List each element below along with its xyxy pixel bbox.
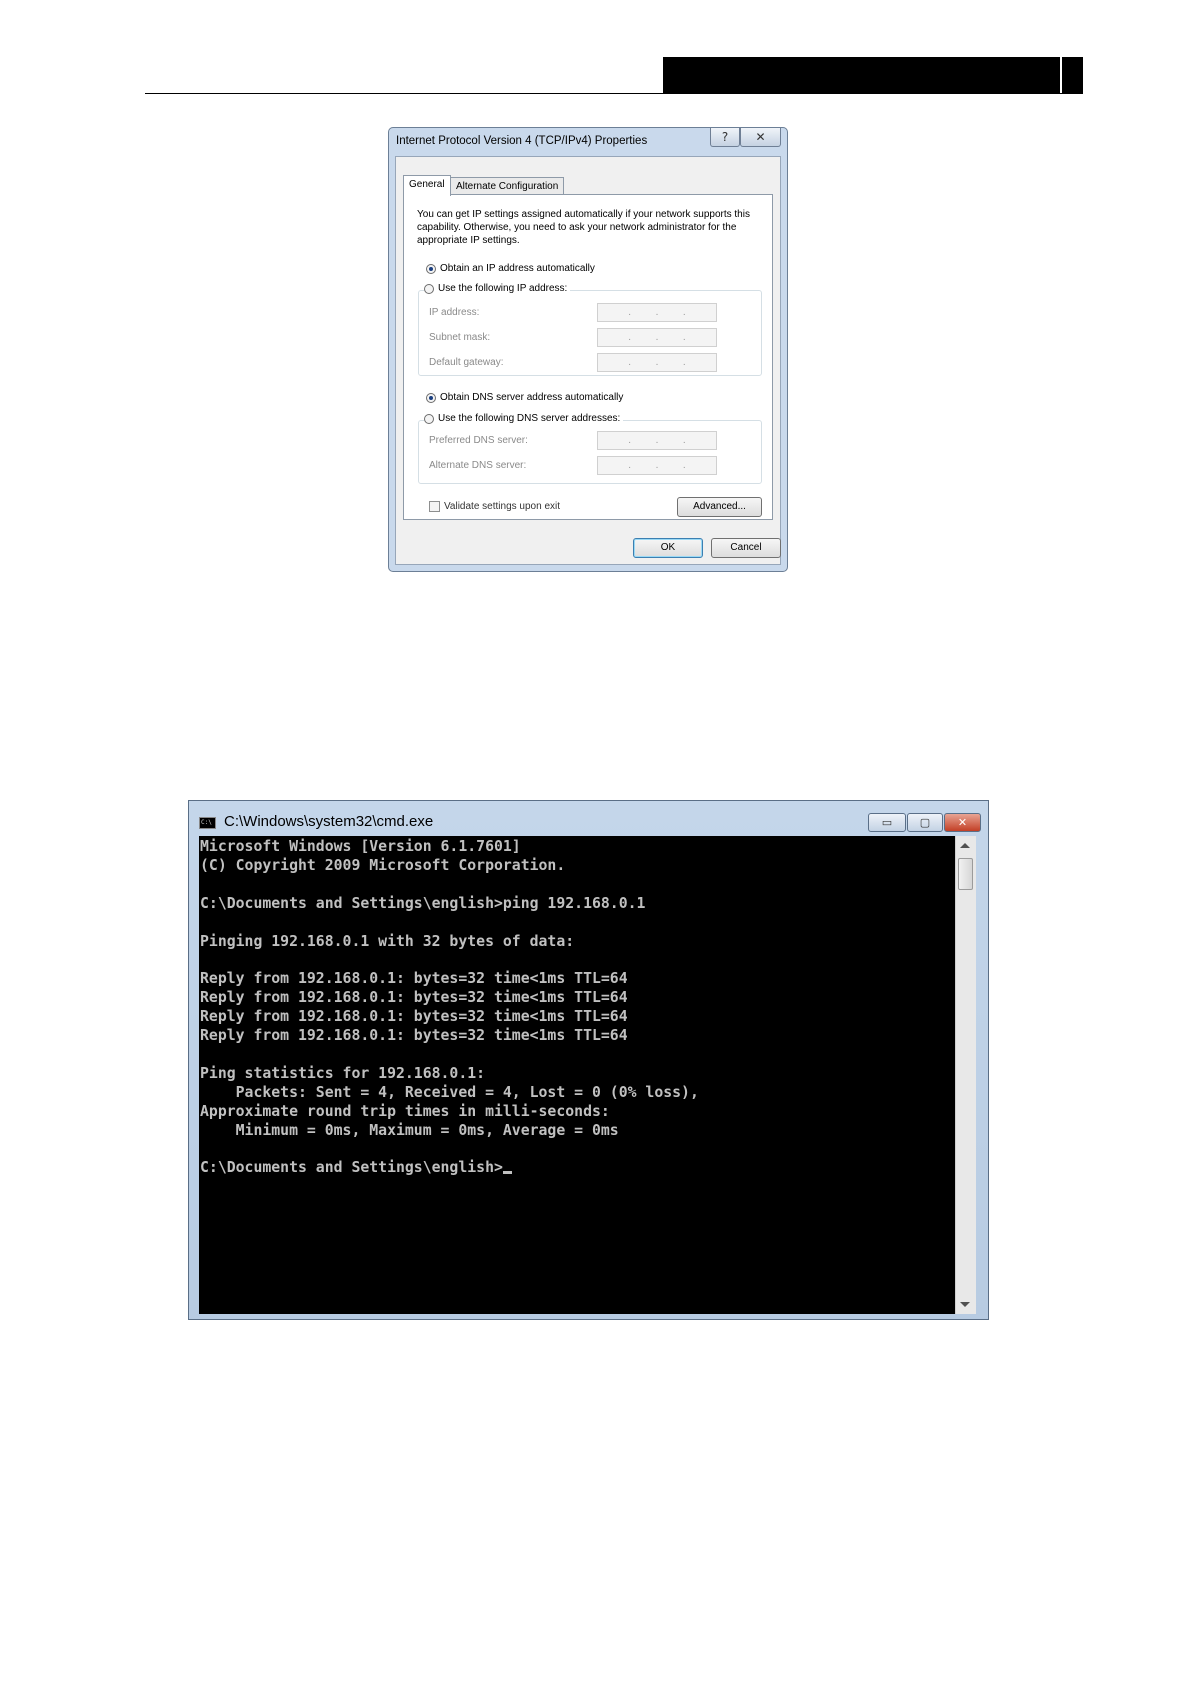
cancel-button[interactable]: Cancel xyxy=(711,538,781,558)
header-bar-end xyxy=(1062,57,1083,94)
cmd-app-icon: C:\ xyxy=(199,817,216,829)
radio-unselected-icon[interactable] xyxy=(424,283,434,294)
tab-general[interactable]: General xyxy=(403,175,451,196)
validate-settings-checkbox[interactable]: Validate settings upon exit xyxy=(429,501,560,512)
subnet-mask-input[interactable]: ... xyxy=(597,328,717,347)
scrollbar-thumb[interactable] xyxy=(958,858,973,890)
cmd-window-title: C:\Windows\system32\cmd.exe xyxy=(224,813,434,830)
use-following-ip-option[interactable]: Use the following IP address: xyxy=(424,283,571,294)
advanced-button[interactable]: Advanced... xyxy=(677,497,762,517)
preferred-dns-label: Preferred DNS server: xyxy=(429,435,528,446)
default-gateway-input[interactable]: ... xyxy=(597,353,717,372)
scroll-down-arrow-icon[interactable] xyxy=(960,1302,970,1307)
help-button[interactable]: ? xyxy=(710,128,740,147)
ip-address-input[interactable]: ... xyxy=(597,303,717,322)
radio-unselected-icon[interactable] xyxy=(424,413,434,424)
preferred-dns-input[interactable]: ... xyxy=(597,431,717,450)
console-output-area[interactable]: Microsoft Windows [Version 6.1.7601] (C)… xyxy=(199,836,955,1314)
maximize-button[interactable]: ▢ xyxy=(907,813,943,832)
description-text: You can get IP settings assigned automat… xyxy=(417,209,750,246)
use-following-dns-option[interactable]: Use the following DNS server addresses: xyxy=(424,413,624,424)
vertical-scrollbar[interactable] xyxy=(955,836,976,1314)
ok-button[interactable]: OK xyxy=(633,538,703,558)
header-rule xyxy=(145,93,1083,94)
default-gateway-label: Default gateway: xyxy=(429,357,504,368)
use-following-ip-label: Use the following IP address: xyxy=(438,283,568,294)
obtain-ip-auto-option[interactable]: Obtain an IP address automatically xyxy=(426,263,598,274)
cmd-window: C:\ C:\Windows\system32\cmd.exe ▭ ▢ ✕ Mi… xyxy=(188,800,989,1320)
alternate-dns-input[interactable]: ... xyxy=(597,456,717,475)
obtain-dns-auto-label: Obtain DNS server address automatically xyxy=(440,392,624,403)
alternate-dns-label: Alternate DNS server: xyxy=(429,460,527,471)
ip-address-label: IP address: xyxy=(429,307,480,318)
radio-selected-icon[interactable] xyxy=(426,263,436,274)
text-cursor xyxy=(502,1171,512,1175)
radio-selected-icon[interactable] xyxy=(426,392,436,403)
general-tab-panel: You can get IP settings assigned automat… xyxy=(403,194,773,520)
obtain-ip-auto-label: Obtain an IP address automatically xyxy=(440,263,595,274)
minimize-button[interactable]: ▭ xyxy=(868,813,906,832)
scroll-up-arrow-icon[interactable] xyxy=(960,843,970,848)
checkbox-unchecked-icon[interactable] xyxy=(429,501,440,512)
validate-settings-label: Validate settings upon exit xyxy=(444,501,561,512)
dialog-body: General Alternate Configuration You can … xyxy=(395,156,781,565)
header-bar xyxy=(663,57,1060,94)
use-following-dns-label: Use the following DNS server addresses: xyxy=(438,413,621,424)
subnet-mask-label: Subnet mask: xyxy=(429,332,491,343)
console-text: Microsoft Windows [Version 6.1.7601] (C)… xyxy=(200,838,699,1177)
ipv4-properties-dialog: Internet Protocol Version 4 (TCP/IPv4) P… xyxy=(388,127,788,572)
close-button[interactable]: ✕ xyxy=(740,128,781,147)
close-button[interactable]: ✕ xyxy=(944,813,981,832)
dialog-title: Internet Protocol Version 4 (TCP/IPv4) P… xyxy=(396,135,648,147)
obtain-dns-auto-option[interactable]: Obtain DNS server address automatically xyxy=(426,392,627,403)
